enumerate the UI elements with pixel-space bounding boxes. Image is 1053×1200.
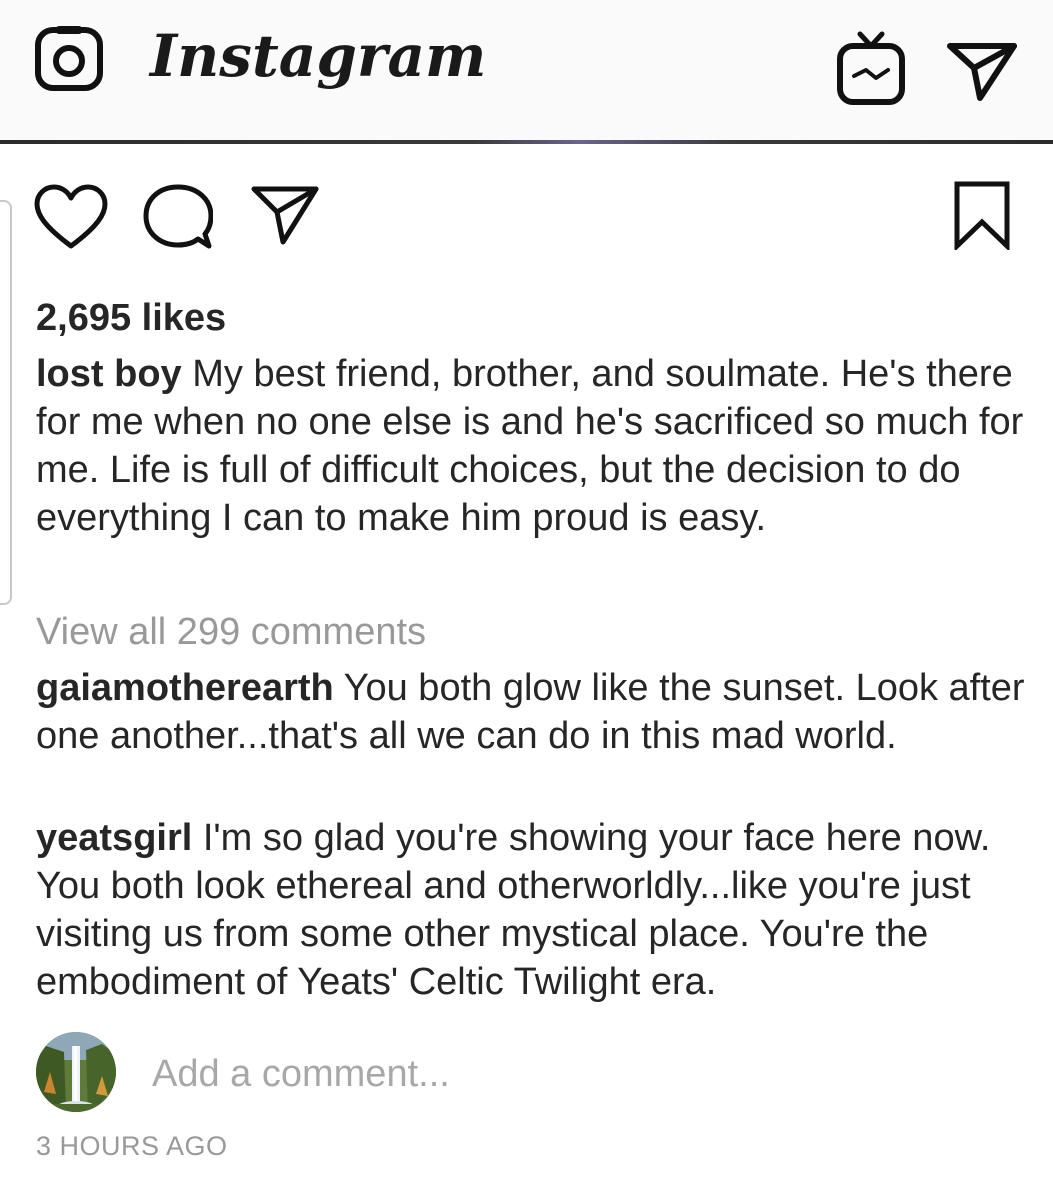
share-paper-plane-icon[interactable] (250, 184, 320, 246)
camera-icon[interactable] (34, 24, 104, 92)
post-timestamp: 3 HOURS AGO (36, 1131, 228, 1161)
post-caption: lost boy My best friend, brother, and so… (36, 350, 1046, 542)
avatar[interactable] (36, 1032, 116, 1112)
comment-username[interactable]: yeatsgirl (36, 817, 192, 859)
heart-icon[interactable] (34, 184, 108, 250)
view-all-comments-link[interactable]: View all 299 comments (36, 608, 1046, 656)
bookmark-icon[interactable] (952, 180, 1012, 250)
instagram-logo: Instagram (150, 22, 487, 90)
caption-username[interactable]: lost boy (36, 353, 182, 395)
caption-text: My best friend, brother, and soulmate. H… (36, 353, 1024, 539)
likes-count[interactable]: 2,695 likes (36, 294, 1046, 342)
comment-item: yeatsgirl I'm so glad you're showing you… (36, 814, 1046, 1006)
comment-username[interactable]: gaiamotherearth (36, 667, 334, 709)
scroll-edge-indicator (0, 200, 12, 605)
top-navigation-bar: Instagram (0, 0, 1053, 140)
direct-message-icon[interactable] (946, 40, 1018, 102)
waterfall-avatar-image (36, 1032, 116, 1112)
comment-bubble-icon[interactable] (143, 184, 213, 250)
igtv-icon[interactable] (836, 30, 906, 106)
add-comment-input[interactable] (152, 1050, 852, 1098)
header-divider (0, 140, 1053, 144)
comment-item: gaiamotherearth You both glow like the s… (36, 664, 1046, 760)
